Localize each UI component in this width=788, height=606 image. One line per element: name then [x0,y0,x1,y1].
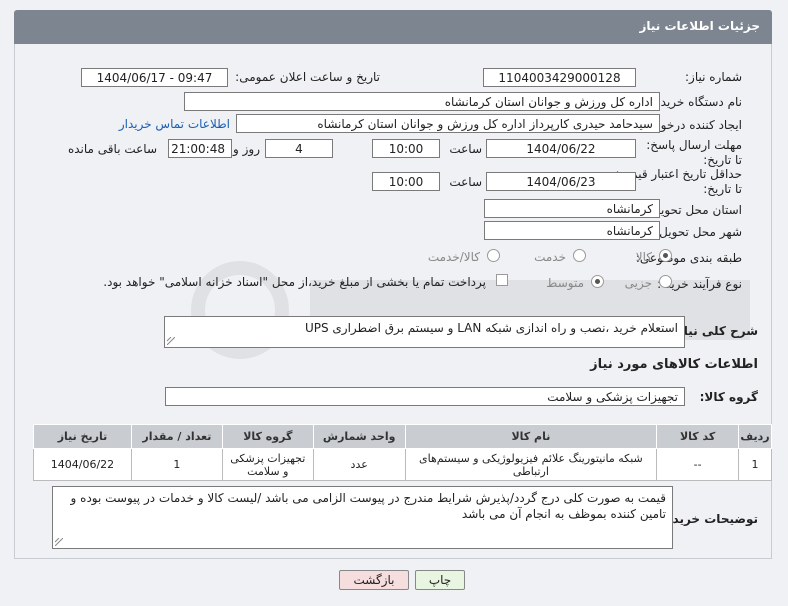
description-text: استعلام خرید ،نصب و راه اندازی شبکه LAN … [304,321,678,335]
goods-group-label: گروه کالا: [699,390,758,404]
resize-handle-icon[interactable] [55,538,63,546]
process-radio-medium[interactable] [591,275,604,288]
cell-row: 1 [738,448,772,481]
process-option-minor: جزیی [624,276,652,290]
buyer-org-label: نام دستگاه خریدار: [647,95,743,109]
table-header-row: ردیف کد کالا نام کالا واحد شمارش گروه کا… [33,424,772,449]
resize-handle-icon[interactable] [167,337,175,345]
cell-need-date: 1404/06/22 [33,448,132,481]
process-radio-minor[interactable] [659,275,672,288]
need-number-field: 1104003429000128 [483,68,636,87]
validity-date-field: 1404/06/23 [486,172,636,191]
category-radio-service[interactable] [573,249,586,262]
page-title: جزئیات اطلاعات نیاز [639,19,760,33]
col-name: نام کالا [404,424,658,449]
col-need-date: تاریخ نیاز [33,424,132,449]
buyer-notes-textarea: قیمت به صورت کلی درج گردد/پذیرش شرایط من… [52,486,673,549]
deadline-date-field: 1404/06/22 [486,139,636,158]
buyer-contact-link[interactable]: اطلاعات تماس خریدار [119,117,230,131]
need-number-label: شماره نیاز: [685,70,742,84]
back-button[interactable]: بازگشت [339,570,409,590]
goods-section-title: اطلاعات کالاهای مورد نیاز [590,357,758,372]
cell-name: شبکه مانیتورینگ علائم فیزیولوژیکی و سیست… [404,448,658,481]
city-label: شهر محل تحویل: [655,225,742,239]
days-remaining-field: 4 [265,139,333,158]
cell-group: تجهیزات پزشکی و سلامت [221,448,314,481]
category-option-goods: کالا [635,250,652,264]
category-option-goods-service: کالا/خدمت [427,250,480,264]
print-button[interactable]: چاپ [415,570,465,590]
deadline-label: مهلت ارسال پاسخ: تا تاریخ: [646,138,742,167]
cell-unit: عدد [312,448,406,481]
description-textarea: استعلام خرید ،نصب و راه اندازی شبکه LAN … [164,316,685,348]
province-label: استان محل تحویل: [647,203,742,217]
process-option-medium: متوسط [546,276,584,290]
col-row: ردیف [738,424,772,449]
cell-code: -- [656,448,740,481]
goods-group-field: تجهیزات پزشکی و سلامت [165,387,685,406]
deadline-time-label: ساعت [449,142,482,156]
creator-field: سیدحامد حیدری کارپرداز اداره کل ورزش و ج… [236,114,660,133]
city-field: کرمانشاه [484,221,660,240]
category-radio-goods[interactable] [659,249,672,262]
title-bar: جزئیات اطلاعات نیاز [14,10,772,44]
remaining-time-field: 21:00:48 [168,139,232,158]
treasury-payment-note: پرداخت تمام یا بخشی از مبلغ خرید،از محل … [103,275,486,289]
cell-quantity: 1 [130,448,223,481]
category-option-service: خدمت [534,250,566,264]
deadline-time-field: 10:00 [372,139,440,158]
validity-time-label: ساعت [449,175,482,189]
validity-time-field: 10:00 [372,172,440,191]
announce-datetime-field: 1404/06/17 - 09:47 [81,68,228,87]
days-label: روز و [233,142,260,156]
category-radio-goods-service[interactable] [487,249,500,262]
buyer-notes-text: قیمت به صورت کلی درج گردد/پذیرش شرایط من… [70,491,666,521]
goods-table: ردیف کد کالا نام کالا واحد شمارش گروه کا… [33,424,772,481]
announce-datetime-label: تاریخ و ساعت اعلان عمومی: [235,70,380,84]
treasury-payment-checkbox[interactable] [496,274,508,286]
col-code: کد کالا [656,424,740,449]
remaining-time-label: ساعت باقی مانده [67,142,157,156]
col-group: گروه کالا [221,424,314,449]
col-unit: واحد شمارش [312,424,406,449]
buyer-org-field: اداره کل ورزش و جوانان استان کرمانشاه [184,92,660,111]
province-field: کرمانشاه [484,199,660,218]
col-quantity: تعداد / مقدار [130,424,223,449]
table-row: 1 -- شبکه مانیتورینگ علائم فیزیولوژیکی و… [33,448,772,481]
